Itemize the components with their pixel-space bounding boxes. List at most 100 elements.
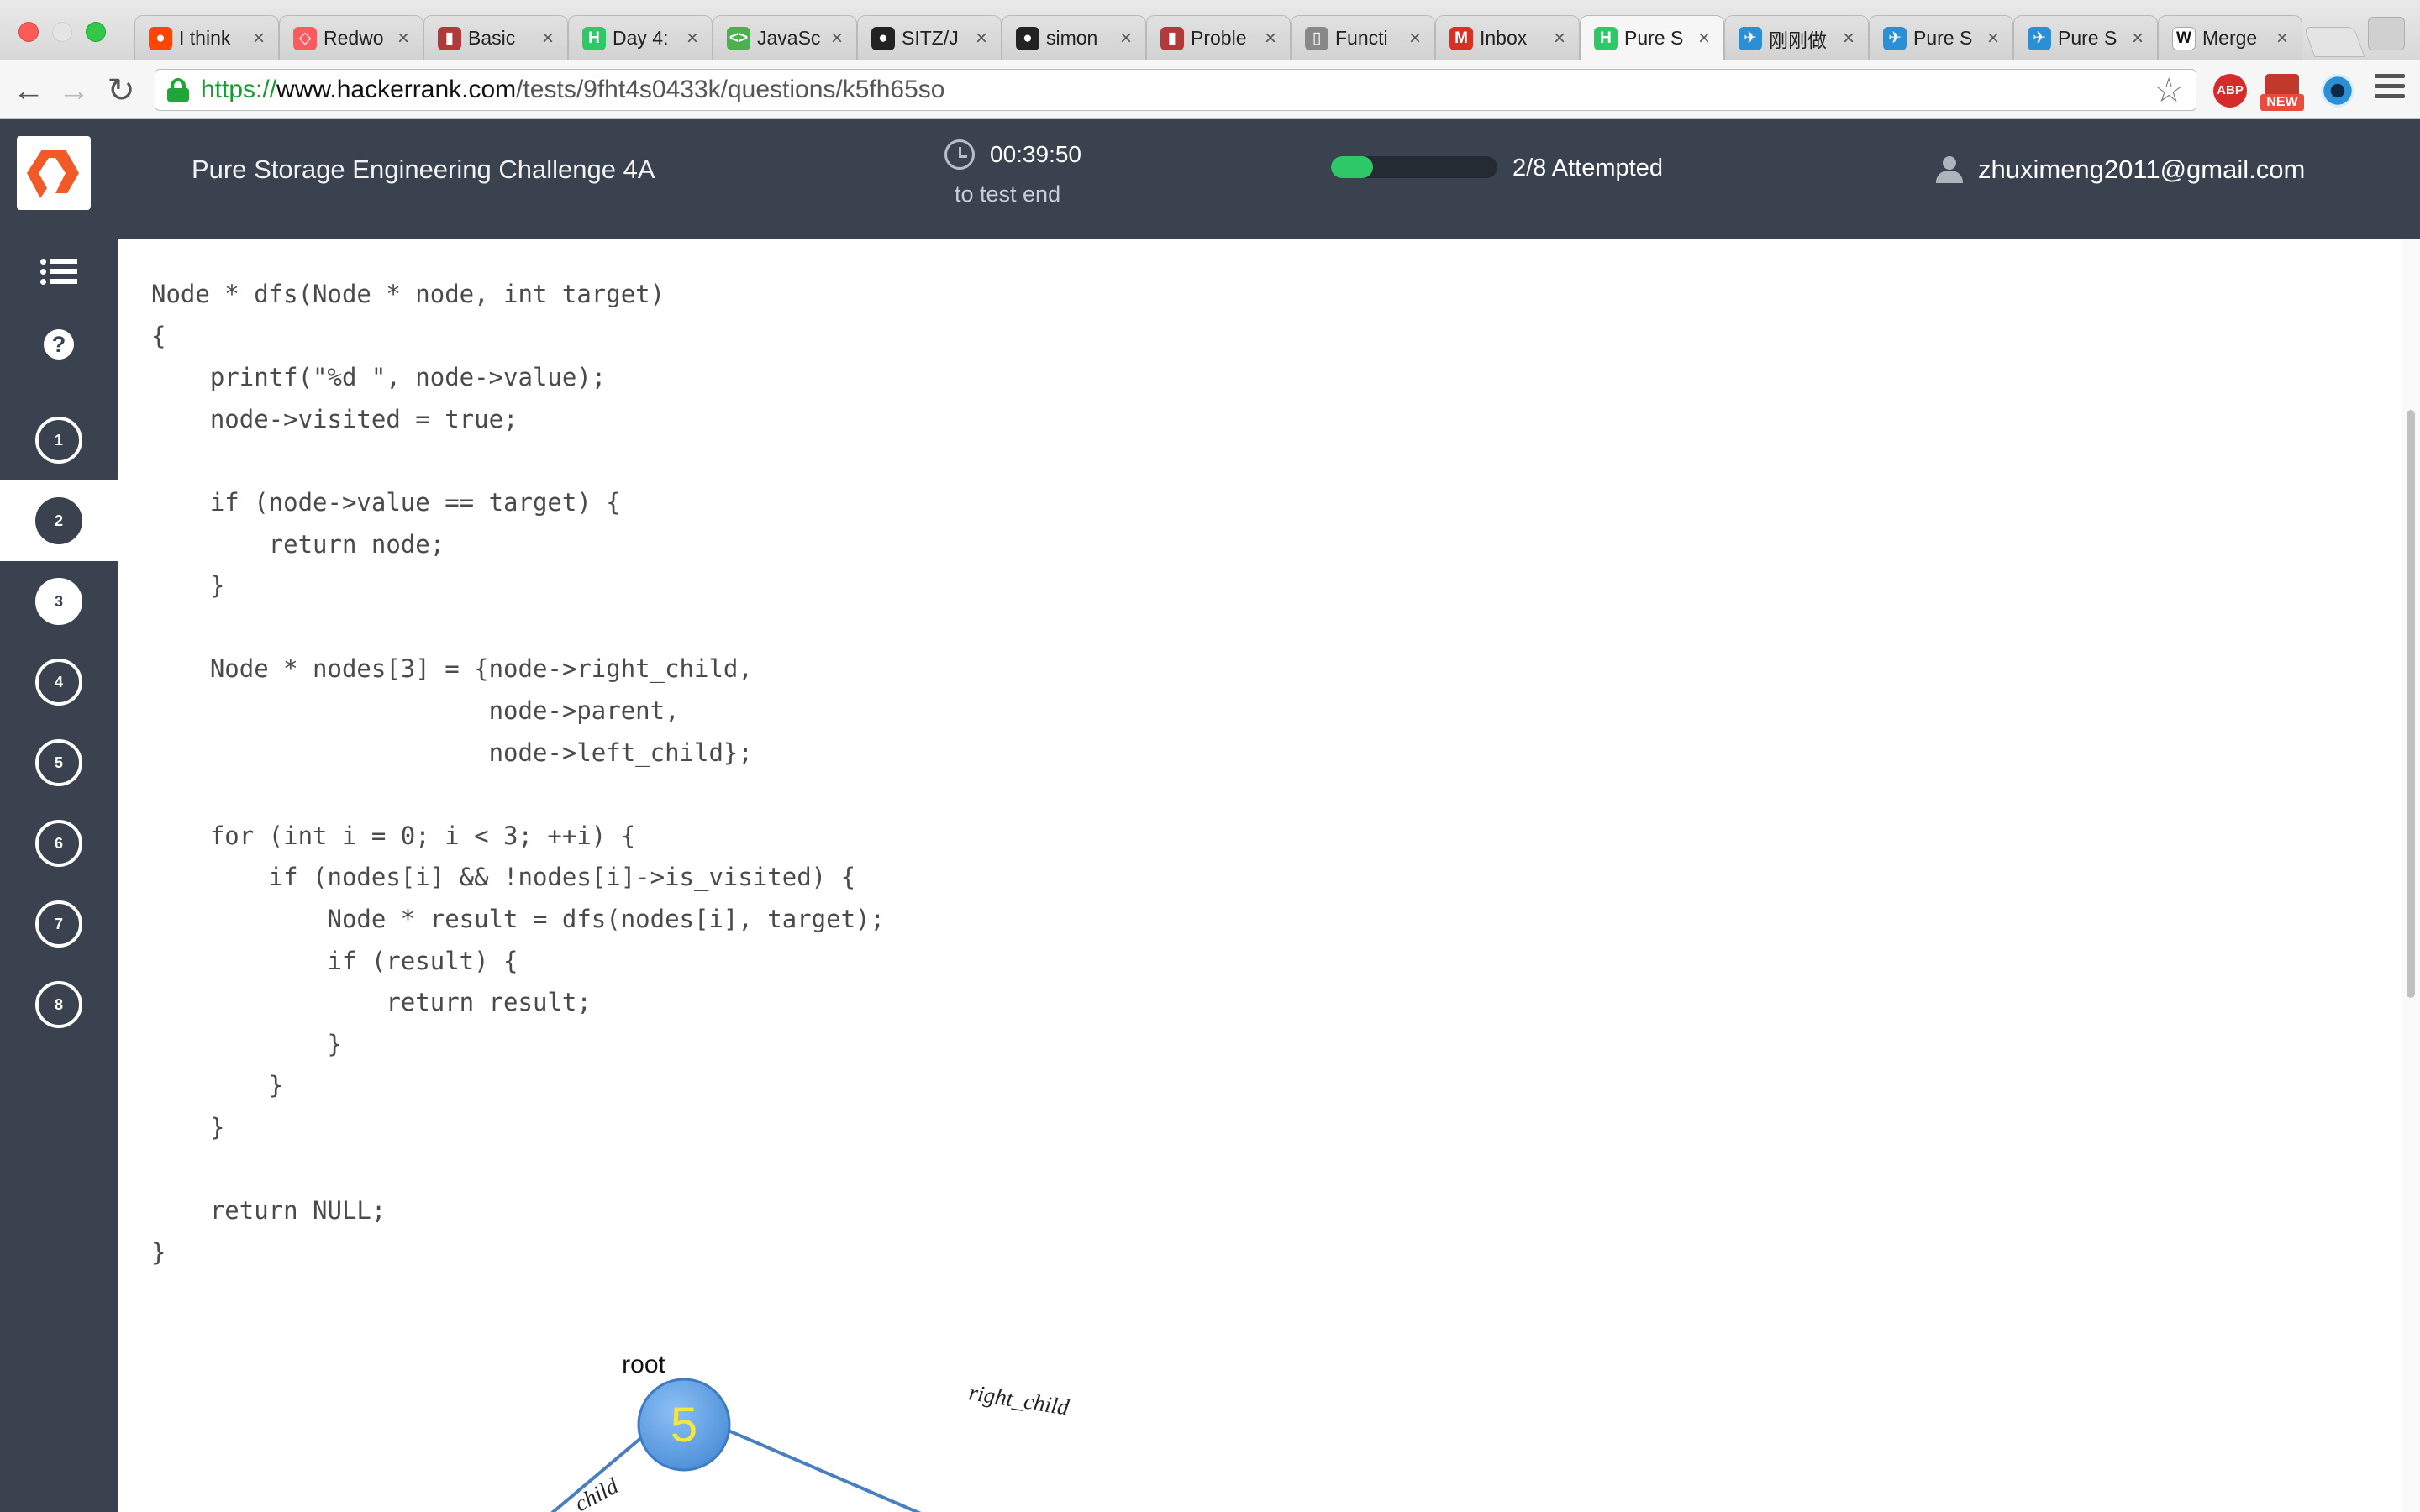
wikipedia-icon: W <box>2172 26 2196 50</box>
question-number: 2 <box>35 497 82 544</box>
tab-title: simon <box>1046 27 1098 49</box>
github-icon: ● <box>1016 26 1039 50</box>
browser-tab[interactable]: <> JavaSc × <box>713 15 857 60</box>
pure-storage-logo-mark <box>27 150 79 198</box>
tab-close-icon[interactable]: × <box>250 27 268 50</box>
tab-close-icon[interactable]: × <box>972 27 991 50</box>
question-nav-item[interactable]: 8 <box>0 964 118 1045</box>
question-nav-item[interactable]: 1 <box>0 400 118 480</box>
tab-close-icon[interactable]: × <box>1695 27 1713 50</box>
code-line: { <box>151 321 166 350</box>
browser-tab[interactable]: ◇ Redwo × <box>279 15 424 60</box>
adblock-plus-icon[interactable]: ABP <box>2213 74 2247 108</box>
user-email[interactable]: zhuximeng2011@gmail.com <box>1978 155 2305 185</box>
tab-title: Day 4: <box>613 27 669 49</box>
tab-title: Inbox <box>1480 27 1528 49</box>
page-scrollbar[interactable] <box>2402 239 2420 1512</box>
tab-close-icon[interactable]: × <box>539 27 557 50</box>
question-nav-item[interactable]: 6 <box>0 803 118 884</box>
browser-tab[interactable]: W Merge × <box>2158 15 2302 60</box>
browser-tab[interactable]: H Day 4: × <box>568 15 713 60</box>
code-icon: <> <box>727 26 750 50</box>
window-zoom-button[interactable] <box>86 22 106 42</box>
test-header: Pure Storage Engineering Challenge 4A 00… <box>0 119 2420 239</box>
browser-tab[interactable]: ✈ Pure S × <box>2013 15 2158 60</box>
question-nav-item[interactable]: 5 <box>0 722 118 803</box>
browser-tab[interactable]: ● SITZ/J × <box>857 15 1002 60</box>
question-nav-item[interactable]: 7 <box>0 884 118 964</box>
question-nav-item[interactable]: 4 <box>0 642 118 722</box>
browser-tab[interactable]: ▮ Proble × <box>1146 15 1291 60</box>
airbnb-icon: ◇ <box>293 26 317 50</box>
tab-close-icon[interactable]: × <box>2273 27 2291 50</box>
browser-tab[interactable]: M Inbox × <box>1435 15 1580 60</box>
code-line: } <box>151 571 225 601</box>
new-extension-icon[interactable]: NEW <box>2260 74 2304 111</box>
code-line: node->parent, <box>151 696 680 725</box>
hackerrank-icon: H <box>582 26 606 50</box>
new-tab-button[interactable] <box>2303 27 2365 57</box>
browser-tab[interactable]: ▯ Functi × <box>1291 15 1435 60</box>
back-arrow-icon[interactable]: ← <box>10 72 47 109</box>
browser-tab[interactable]: ✈ 刚刚做 × <box>1724 15 1869 60</box>
code-line: return node; <box>151 529 445 559</box>
question-number: 7 <box>35 900 82 948</box>
code-line: node->visited = true; <box>151 404 518 433</box>
question-nav-item[interactable]: 3 <box>0 561 118 642</box>
address-bar[interactable]: https://www.hackerrank.com/tests/9fht4s0… <box>155 69 2196 111</box>
help-icon[interactable]: ? <box>44 329 74 360</box>
reload-icon[interactable]: ↻ <box>103 72 139 109</box>
question-nav-item[interactable]: 2 <box>0 480 118 561</box>
question-number: 5 <box>35 739 82 786</box>
tab-close-icon[interactable]: × <box>1984 27 2002 50</box>
tab-title: JavaSc <box>757 27 821 49</box>
code-line: if (node->value == target) { <box>151 487 621 517</box>
bird-icon: ✈ <box>1739 26 1762 50</box>
github-icon: ● <box>871 26 895 50</box>
code-line: if (nodes[i] && !nodes[i]->is_visited) { <box>151 863 856 892</box>
browser-tab[interactable]: H Pure S × <box>1580 15 1724 60</box>
timer-caption: to test end <box>955 181 1061 207</box>
tab-close-icon[interactable]: × <box>2128 27 2147 50</box>
tab-close-icon[interactable]: × <box>1261 27 1280 50</box>
tab-title: Merge <box>2202 27 2258 49</box>
forward-arrow-icon[interactable]: → <box>55 72 92 109</box>
browser-menu-icon[interactable] <box>2375 74 2405 108</box>
browser-tab[interactable]: ● simon × <box>1002 15 1146 60</box>
lock-icon <box>167 78 189 102</box>
tab-close-icon[interactable]: × <box>828 27 846 50</box>
codecademy-icon: ▮ <box>438 26 461 50</box>
code-line: } <box>151 1237 166 1267</box>
scrollbar-thumb[interactable] <box>2407 410 2415 998</box>
tab-title: 刚刚做 <box>1769 29 1827 51</box>
tab-close-icon[interactable]: × <box>683 27 702 50</box>
browser-tab[interactable]: ● I think × <box>134 15 279 60</box>
clock-icon <box>944 139 975 170</box>
window-close-button[interactable] <box>18 22 39 42</box>
tab-close-icon[interactable]: × <box>1550 27 1569 50</box>
url-path: /tests/9fht4s0433k/questions/k5fh65so <box>516 76 945 103</box>
question-content: Node * dfs(Node * node, int target) { pri… <box>118 239 2393 1512</box>
tab-close-icon[interactable]: × <box>1839 27 1858 50</box>
browser-tab[interactable]: ▮ Basic × <box>424 15 568 60</box>
bookmark-star-icon[interactable]: ☆ <box>2154 71 2184 110</box>
code-line: Node * nodes[3] = {node->right_child, <box>151 654 753 684</box>
right-edge <box>710 1421 922 1512</box>
timer-value: 00:39:50 <box>990 141 1081 167</box>
code-line: node->left_child}; <box>151 738 753 767</box>
browser-profile-icon[interactable] <box>2368 17 2405 50</box>
code-line: Node * result = dfs(nodes[i], target); <box>151 904 885 933</box>
browser-tab[interactable]: ✈ Pure S × <box>1869 15 2013 60</box>
tab-title: Redwo <box>324 27 384 49</box>
window-minimize-button[interactable] <box>52 22 72 42</box>
tab-close-icon[interactable]: × <box>394 27 413 50</box>
tab-close-icon[interactable]: × <box>1406 27 1424 50</box>
question-list-icon[interactable] <box>40 257 77 286</box>
eye-extension-icon[interactable] <box>2321 74 2354 108</box>
tab-close-icon[interactable]: × <box>1117 27 1135 50</box>
code-line: } <box>151 1029 342 1058</box>
tab-title: I think <box>179 27 231 49</box>
pure-storage-logo[interactable] <box>17 136 91 210</box>
